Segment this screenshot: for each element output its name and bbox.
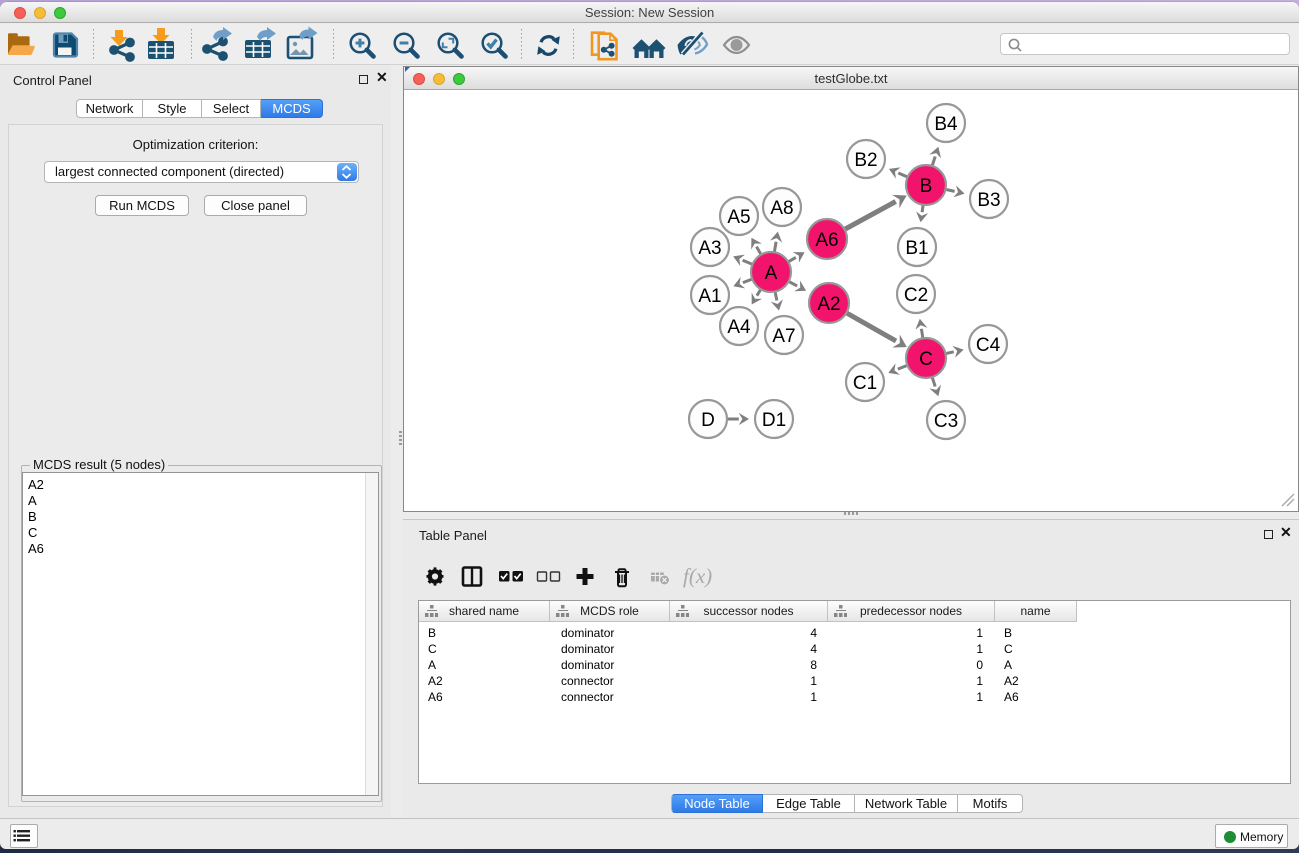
svg-text:A7: A7: [772, 326, 795, 347]
svg-text:A3: A3: [698, 238, 721, 259]
svg-text:f(x): f(x): [683, 564, 712, 588]
svg-text:C3: C3: [934, 411, 958, 432]
svg-text:A4: A4: [727, 317, 751, 338]
svg-text:C: C: [919, 349, 933, 370]
svg-text:C2: C2: [904, 285, 928, 306]
svg-text:B4: B4: [934, 114, 958, 135]
svg-text:A6: A6: [815, 230, 838, 251]
svg-text:A2: A2: [817, 294, 840, 315]
svg-text:B2: B2: [854, 150, 877, 171]
svg-text:C4: C4: [976, 335, 1001, 356]
svg-text:D: D: [701, 410, 715, 431]
svg-text:C1: C1: [853, 373, 877, 394]
svg-text:B3: B3: [977, 190, 1000, 211]
svg-text:A1: A1: [698, 286, 721, 307]
svg-text:B1: B1: [905, 238, 928, 259]
svg-text:B: B: [920, 176, 933, 197]
svg-text:A8: A8: [770, 198, 793, 219]
svg-text:A5: A5: [727, 207, 750, 228]
svg-text:A: A: [765, 263, 778, 284]
svg-text:D1: D1: [762, 410, 786, 431]
